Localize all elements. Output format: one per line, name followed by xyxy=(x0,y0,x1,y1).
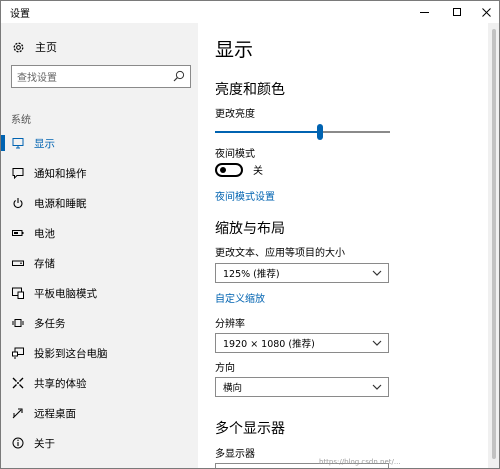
shared-experiences-icon xyxy=(11,377,24,390)
scale-dropdown[interactable]: 125% (推荐) xyxy=(215,263,389,283)
chevron-down-icon xyxy=(372,340,382,346)
close-button[interactable] xyxy=(471,1,499,23)
sidebar-item-project[interactable]: 投影到这台电脑 xyxy=(1,338,198,368)
gear-icon xyxy=(11,40,25,54)
sidebar-item-tablet-mode[interactable]: 平板电脑模式 xyxy=(1,278,198,308)
sidebar-item-label: 远程桌面 xyxy=(34,407,76,420)
scrollbar[interactable] xyxy=(488,23,499,468)
orientation-dropdown[interactable]: 横向 xyxy=(215,377,389,397)
minimize-button[interactable] xyxy=(409,1,439,23)
multi-display-section-title: 多个显示器 xyxy=(215,421,285,437)
sidebar: 主页 系统 显示 通知和操作 电源和睡眠 电池 xyxy=(1,23,198,468)
orientation-value: 横向 xyxy=(223,383,243,394)
sidebar-item-label: 多任务 xyxy=(34,317,66,330)
custom-scaling-link[interactable]: 自定义缩放 xyxy=(215,290,265,305)
scale-section-title: 缩放与布局 xyxy=(215,221,285,237)
sidebar-item-label: 平板电脑模式 xyxy=(34,287,97,300)
sidebar-item-label: 显示 xyxy=(34,137,55,150)
sidebar-item-display[interactable]: 显示 xyxy=(1,128,198,158)
sidebar-item-label: 存储 xyxy=(34,257,55,270)
title-bar: 设置 xyxy=(1,1,499,23)
page-title: 显示 xyxy=(215,39,254,61)
sidebar-item-label: 电池 xyxy=(34,227,55,240)
slider-fill xyxy=(215,131,320,133)
home-label: 主页 xyxy=(35,41,57,54)
scale-label: 更改文本、应用等项目的大小 xyxy=(215,248,345,259)
toggle-knob xyxy=(220,166,226,173)
search-icon[interactable] xyxy=(173,70,185,82)
orientation-label: 方向 xyxy=(215,363,235,374)
battery-icon xyxy=(11,227,24,240)
brightness-slider[interactable] xyxy=(215,124,390,140)
night-light-toggle[interactable] xyxy=(215,162,243,177)
sidebar-item-about[interactable]: 关于 xyxy=(1,428,198,458)
app-title: 设置 xyxy=(10,9,30,20)
search-box xyxy=(11,65,191,89)
resolution-dropdown[interactable]: 1920 × 1080 (推荐) xyxy=(215,333,389,353)
sidebar-item-label: 共享的体验 xyxy=(34,377,87,390)
brightness-label: 更改亮度 xyxy=(215,109,255,120)
minimize-icon xyxy=(419,11,429,13)
main-content: 显示 亮度和颜色 更改亮度 夜间模式 关 夜间模式设置 缩放与布局 更改文本、应… xyxy=(198,23,488,468)
resolution-value: 1920 × 1080 (推荐) xyxy=(223,339,315,350)
section-label: 系统 xyxy=(11,115,31,126)
tablet-mode-icon xyxy=(11,287,24,300)
remote-desktop-icon xyxy=(11,407,24,420)
sidebar-item-notifications[interactable]: 通知和操作 xyxy=(1,158,198,188)
notification-icon xyxy=(11,167,24,180)
scale-value: 125% (推荐) xyxy=(223,269,280,280)
sidebar-nav: 显示 通知和操作 电源和睡眠 电池 存储 平板电脑模式 多任务 投影到这台电脑 … xyxy=(1,128,198,458)
settings-window: 设置 主页 系统 显示 xyxy=(0,0,500,469)
close-icon xyxy=(481,7,491,17)
home-link[interactable]: 主页 xyxy=(11,37,181,57)
sidebar-item-power[interactable]: 电源和睡眠 xyxy=(1,188,198,218)
watermark: https://blog.csdn.net/... xyxy=(319,458,401,466)
sidebar-item-label: 电源和睡眠 xyxy=(34,197,87,210)
project-icon xyxy=(11,347,24,360)
sidebar-item-storage[interactable]: 存储 xyxy=(1,248,198,278)
chevron-down-icon xyxy=(372,270,382,276)
sidebar-item-shared-experiences[interactable]: 共享的体验 xyxy=(1,368,198,398)
info-icon xyxy=(11,437,24,450)
scrollbar-thumb[interactable] xyxy=(492,29,496,459)
storage-icon xyxy=(11,257,24,270)
slider-thumb[interactable] xyxy=(317,124,323,140)
night-light-row: 关 xyxy=(215,162,263,177)
sidebar-item-label: 通知和操作 xyxy=(34,167,87,180)
multi-display-label: 多显示器 xyxy=(215,449,255,460)
night-light-state: 关 xyxy=(253,166,263,177)
sidebar-item-label: 关于 xyxy=(34,437,55,450)
chevron-down-icon xyxy=(372,384,382,390)
brightness-section-title: 亮度和颜色 xyxy=(215,82,285,98)
sidebar-item-multitasking[interactable]: 多任务 xyxy=(1,308,198,338)
power-icon xyxy=(11,197,24,210)
multitasking-icon xyxy=(11,317,24,330)
maximize-button[interactable] xyxy=(442,1,472,23)
monitor-icon xyxy=(11,137,24,150)
night-light-settings-link[interactable]: 夜间模式设置 xyxy=(215,188,275,203)
sidebar-item-remote-desktop[interactable]: 远程桌面 xyxy=(1,398,198,428)
sidebar-item-battery[interactable]: 电池 xyxy=(1,218,198,248)
night-light-label: 夜间模式 xyxy=(215,149,255,160)
maximize-icon xyxy=(453,8,461,16)
sidebar-item-label: 投影到这台电脑 xyxy=(34,347,108,360)
resolution-label: 分辨率 xyxy=(215,319,245,330)
search-input[interactable] xyxy=(12,68,162,89)
